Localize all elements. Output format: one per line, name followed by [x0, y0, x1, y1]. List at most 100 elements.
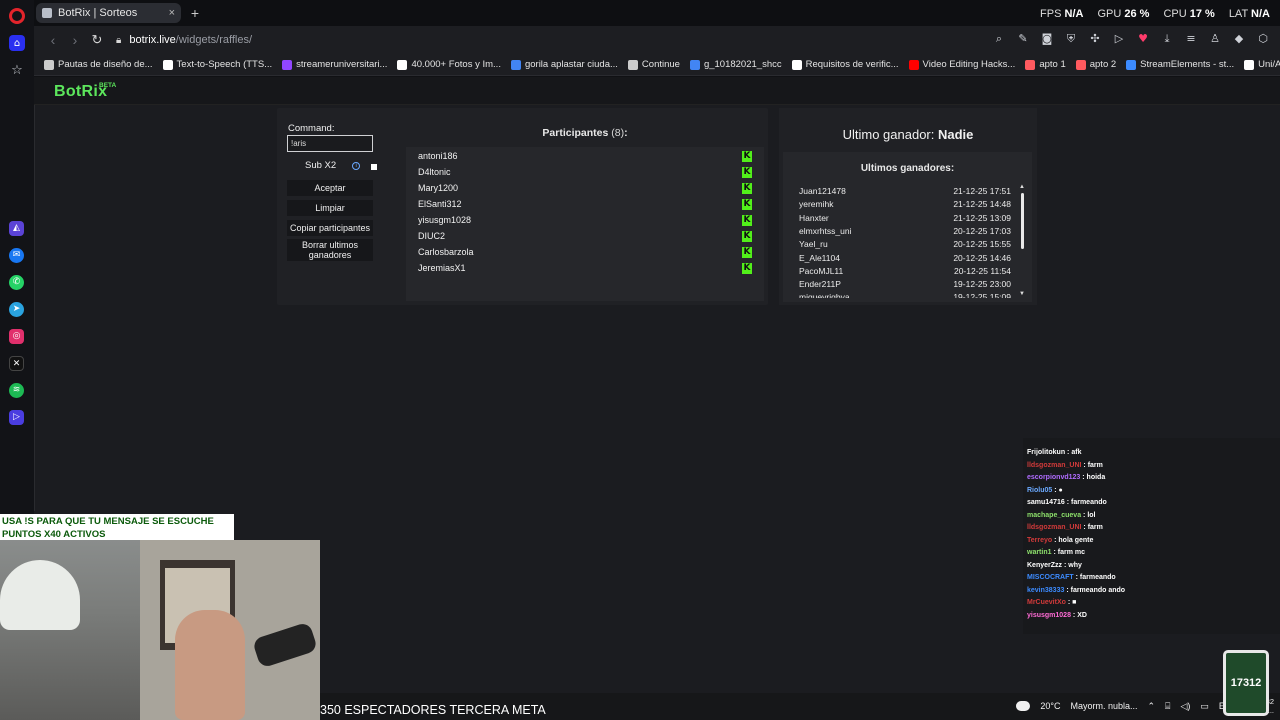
chat-username: samu14716 [1027, 499, 1065, 506]
bookmark-item[interactable]: Continue [627, 59, 680, 70]
bookmark-item[interactable]: Requisitos de verific... [791, 59, 899, 70]
bookmark-item[interactable]: apto 1 [1025, 59, 1066, 70]
player-icon[interactable]: ▷ [9, 410, 24, 425]
bookmark-item[interactable]: StreamElements - st... [1126, 59, 1234, 70]
command-input[interactable] [287, 135, 373, 152]
alert-line-1: USA !S PARA QUE TU MENSAJE SE ESCUCHE [2, 516, 214, 527]
shield-icon[interactable]: ⛨ [1064, 32, 1078, 46]
bookmark-item[interactable]: Video Editing Hacks... [908, 59, 1015, 70]
participant-name: ElSanti312 [418, 199, 462, 209]
bookmark-label: StreamElements - st... [1140, 59, 1235, 70]
winner-name: PacoMJL11 [799, 265, 844, 276]
scroll-down-icon[interactable]: ▼ [1019, 291, 1025, 297]
winner-name: Ender211P [799, 279, 841, 290]
participant-row: ElSanti312 K [418, 199, 754, 211]
reload-icon[interactable]: ↻ [86, 32, 108, 48]
stat-lat: LAT N/A [1228, 8, 1270, 20]
chat-message: KenyerZzz : why [1027, 562, 1082, 569]
chat-message: lldsgozman_UNI : farm [1027, 524, 1103, 531]
close-tab-icon[interactable]: × [169, 7, 175, 19]
cube-icon[interactable]: ⬡ [1256, 32, 1270, 46]
chat-username: escorpionvd123 [1027, 474, 1081, 481]
webcam-chair [175, 610, 245, 720]
winner-row: Yael_ru 20-12-25 15:55 [799, 239, 1011, 251]
stat-cpu: CPU 17 % [1163, 8, 1215, 20]
participants-list: antoni186 K D4ltonic K Mary1200 K ElSanti312 Ky… [406, 147, 764, 301]
winners-scrollbar[interactable]: ▲ ▼ [1019, 184, 1025, 299]
participant-name: Mary1200 [418, 183, 459, 193]
url-field[interactable]: botrix.live/widgets/raffles/ [129, 34, 252, 46]
chat-message: escorpionvd123 : hoida [1027, 474, 1105, 481]
instagram-icon[interactable]: ◎ [9, 329, 24, 344]
download-icon[interactable]: ⤓ [1160, 32, 1174, 46]
lock-icon[interactable]: 🔒︎ [116, 35, 121, 46]
winner-row: Juan121478 21-12-25 17:51 [799, 186, 1011, 198]
winner-row: Ender211P 19-12-25 23:00 [799, 279, 1011, 291]
kick-platform-icon: K [742, 167, 752, 178]
extension-icon[interactable]: ◆ [1232, 32, 1246, 46]
accept-button[interactable]: Aceptar [287, 180, 373, 196]
scrollbar-thumb[interactable] [1021, 193, 1024, 249]
winner-date: 21-12-25 14:48 [953, 199, 1011, 210]
back-icon[interactable]: ‹ [42, 32, 64, 48]
camera-icon[interactable]: ◙ [1040, 32, 1054, 46]
sub-x2-checkbox[interactable] [371, 164, 377, 170]
bookmark-item[interactable]: gorila aplastar ciuda... [510, 59, 618, 70]
bookmark-item[interactable]: Pautas de diseño de... [44, 59, 153, 70]
copy-participants-button[interactable]: Copiar participantes [287, 220, 373, 236]
bookmark-item[interactable]: 40.000+ Fotos y Im... [397, 59, 501, 70]
opera-logo-icon[interactable] [9, 8, 25, 24]
battery-icon[interactable]: ▭ [1200, 701, 1209, 712]
webcam-feed [0, 540, 320, 720]
bookmark-label: 40.000+ Fotos y Im... [411, 59, 501, 70]
clear-button[interactable]: Limpiar [287, 200, 373, 216]
aria-app-icon[interactable]: ◭ [9, 221, 24, 236]
menu-icon[interactable]: ≡ [1184, 32, 1198, 46]
bookmark-item[interactable]: g_10182021_shcc [689, 59, 782, 70]
forward-icon[interactable]: › [64, 32, 86, 48]
winner-date: 21-12-25 17:51 [953, 186, 1011, 196]
home-icon[interactable]: ⌂ [9, 35, 25, 51]
star-icon[interactable]: ☆ [9, 62, 25, 78]
chat-text: farm [1087, 461, 1103, 469]
heart-icon[interactable]: ♥ [1136, 32, 1150, 46]
info-icon[interactable]: i [352, 161, 361, 170]
scroll-up-icon[interactable]: ▲ [1019, 184, 1025, 190]
new-tab-button[interactable]: + [187, 5, 203, 21]
edit-icon[interactable]: ✎ [1016, 32, 1030, 46]
bookmark-item[interactable]: apto 2 [1075, 59, 1116, 70]
streamelements-icon [1126, 59, 1137, 70]
volume-icon[interactable]: ◁) [1180, 701, 1190, 712]
tts-icon [162, 59, 173, 70]
sub-x2-label: Sub X2 [305, 160, 337, 171]
chat-username: Terreyo [1027, 536, 1053, 544]
kick-platform-icon: K [742, 183, 752, 194]
winner-date: 20-12-25 15:55 [953, 239, 1011, 250]
page-header: BotRix BETA [34, 77, 1280, 105]
bookmark-item[interactable]: Text-to-Speech (TTS... [162, 59, 273, 70]
points-counter: 17312 [1223, 650, 1269, 716]
chat-username: kevin38333 [1027, 586, 1065, 594]
messenger-icon[interactable]: ✉ [9, 248, 24, 263]
bookmark-label: Text-to-Speech (TTS... [176, 59, 273, 70]
tab-bar: BotRix | Sorteos × + FPS N/A GPU 26 % CP… [34, 0, 1280, 26]
kick-platform-icon: K [742, 263, 752, 274]
telegram-icon[interactable]: ➤ [9, 302, 24, 317]
delete-winners-button[interactable]: Borrar ultimos ganadores [287, 239, 373, 261]
search-icon[interactable]: ⌕ [992, 32, 1006, 46]
send-icon[interactable]: ▷ [1112, 32, 1126, 46]
winners-list[interactable]: Juan121478 21-12-25 17:51 yeremihk 21-12-25… [799, 186, 1011, 298]
tab-botrix[interactable]: BotRix | Sorteos × [36, 3, 181, 23]
network-icon[interactable]: ⌸ [1165, 701, 1170, 712]
profile-icon[interactable]: ♙ [1208, 32, 1222, 46]
vpn-icon[interactable]: ✣ [1088, 32, 1102, 46]
participant-name: D4ltonic [418, 167, 451, 177]
x-twitter-icon[interactable]: ✕ [9, 356, 24, 371]
chat-message: MrCuevitXo : ■ [1027, 599, 1076, 606]
chevron-up-icon[interactable]: ⌃ [1147, 701, 1155, 712]
spotify-icon[interactable]: ≋ [9, 383, 24, 398]
bookmark-item[interactable]: streameruniversitari... [282, 59, 387, 70]
whatsapp-icon[interactable]: ✆ [9, 275, 24, 290]
bookmark-item[interactable]: Uni/Aris (@streame... [1244, 59, 1280, 70]
winner-date: 20-12-25 14:46 [953, 252, 1011, 263]
